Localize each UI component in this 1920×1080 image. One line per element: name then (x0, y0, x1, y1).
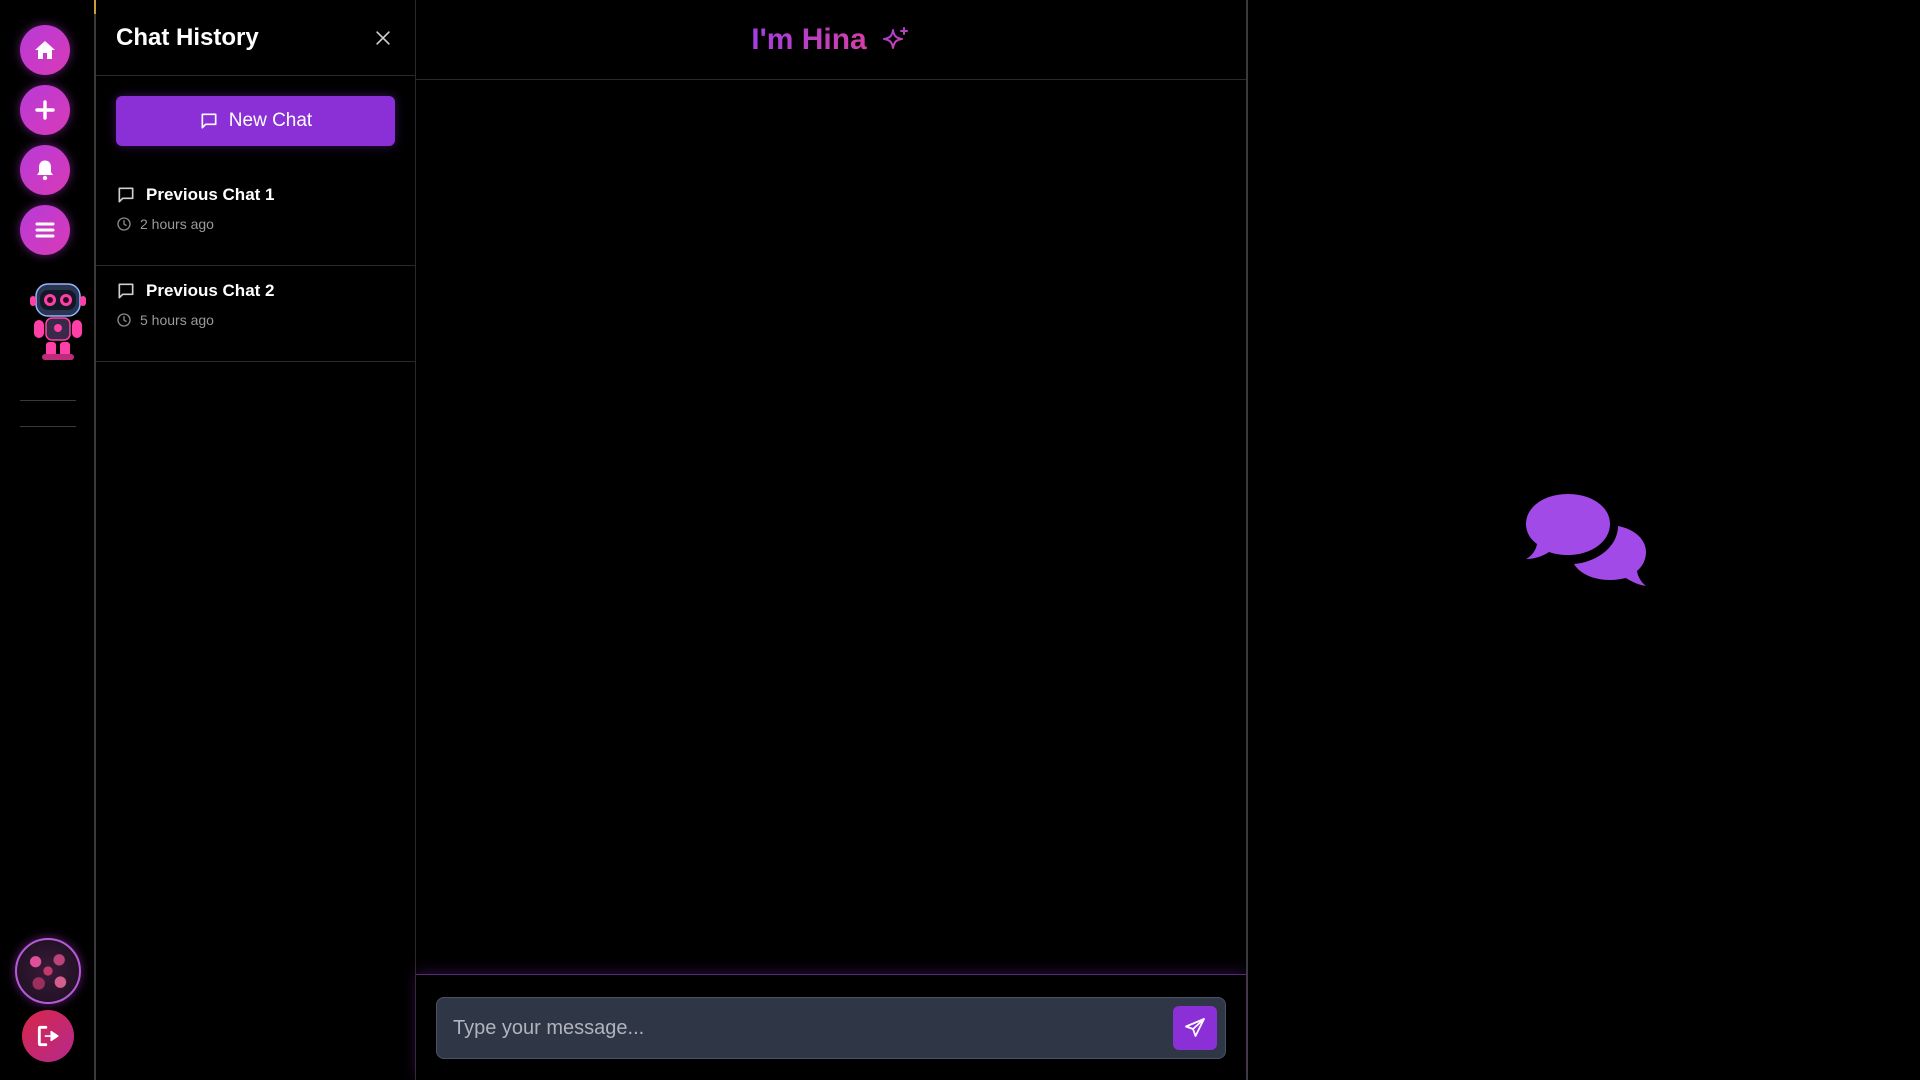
logout-button[interactable] (22, 1010, 74, 1062)
message-input-wrapper (436, 997, 1226, 1059)
chat-history-title: Chat History (116, 23, 259, 51)
chat-history-panel: Chat History New Chat Previous Chat 1 2 … (96, 0, 416, 1080)
menu-icon (35, 222, 55, 238)
send-button[interactable] (1173, 1006, 1217, 1050)
message-composer (416, 974, 1246, 1080)
logout-icon (37, 1025, 59, 1047)
chat-header: I'm Hina (416, 0, 1246, 80)
new-chat-button[interactable]: New Chat (116, 96, 395, 146)
close-button[interactable] (371, 26, 395, 50)
home-button[interactable] (20, 25, 70, 75)
chat-list: Previous Chat 1 2 hours ago Previous Cha… (96, 170, 415, 362)
chat-main: I'm Hina (416, 0, 1248, 1080)
rail-divider (20, 400, 76, 401)
chat-list-item[interactable]: Previous Chat 2 5 hours ago (96, 266, 415, 362)
notifications-button[interactable] (20, 145, 70, 195)
chat-bubbles-icon (1526, 494, 1646, 586)
icon-rail (0, 0, 96, 1080)
clock-icon (117, 217, 131, 231)
bell-icon (37, 160, 53, 181)
chat-title: I'm Hina (751, 22, 867, 56)
new-chat-label: New Chat (228, 110, 313, 131)
message-icon (201, 113, 217, 129)
chat-item-time: 5 hours ago (140, 312, 214, 328)
menu-button[interactable] (20, 205, 70, 255)
chat-list-item[interactable]: Previous Chat 1 2 hours ago (96, 170, 415, 266)
add-button[interactable] (20, 85, 70, 135)
message-icon (118, 187, 134, 203)
plus-icon (35, 100, 55, 120)
sparkle-icon (882, 26, 908, 49)
message-input[interactable] (437, 998, 1157, 1058)
chat-history-header: Chat History (96, 0, 415, 76)
close-icon (376, 30, 390, 45)
home-icon (35, 41, 55, 59)
avatar[interactable] (15, 938, 81, 1004)
chat-item-title: Previous Chat 2 (146, 281, 275, 300)
chat-item-time: 2 hours ago (140, 216, 214, 232)
rail-divider (20, 426, 76, 427)
send-icon (1185, 1018, 1205, 1037)
clock-icon (117, 313, 131, 327)
right-panel (1248, 0, 1920, 1080)
chat-item-title: Previous Chat 1 (146, 185, 275, 204)
robot-mascot (30, 283, 86, 360)
message-icon (118, 283, 134, 299)
